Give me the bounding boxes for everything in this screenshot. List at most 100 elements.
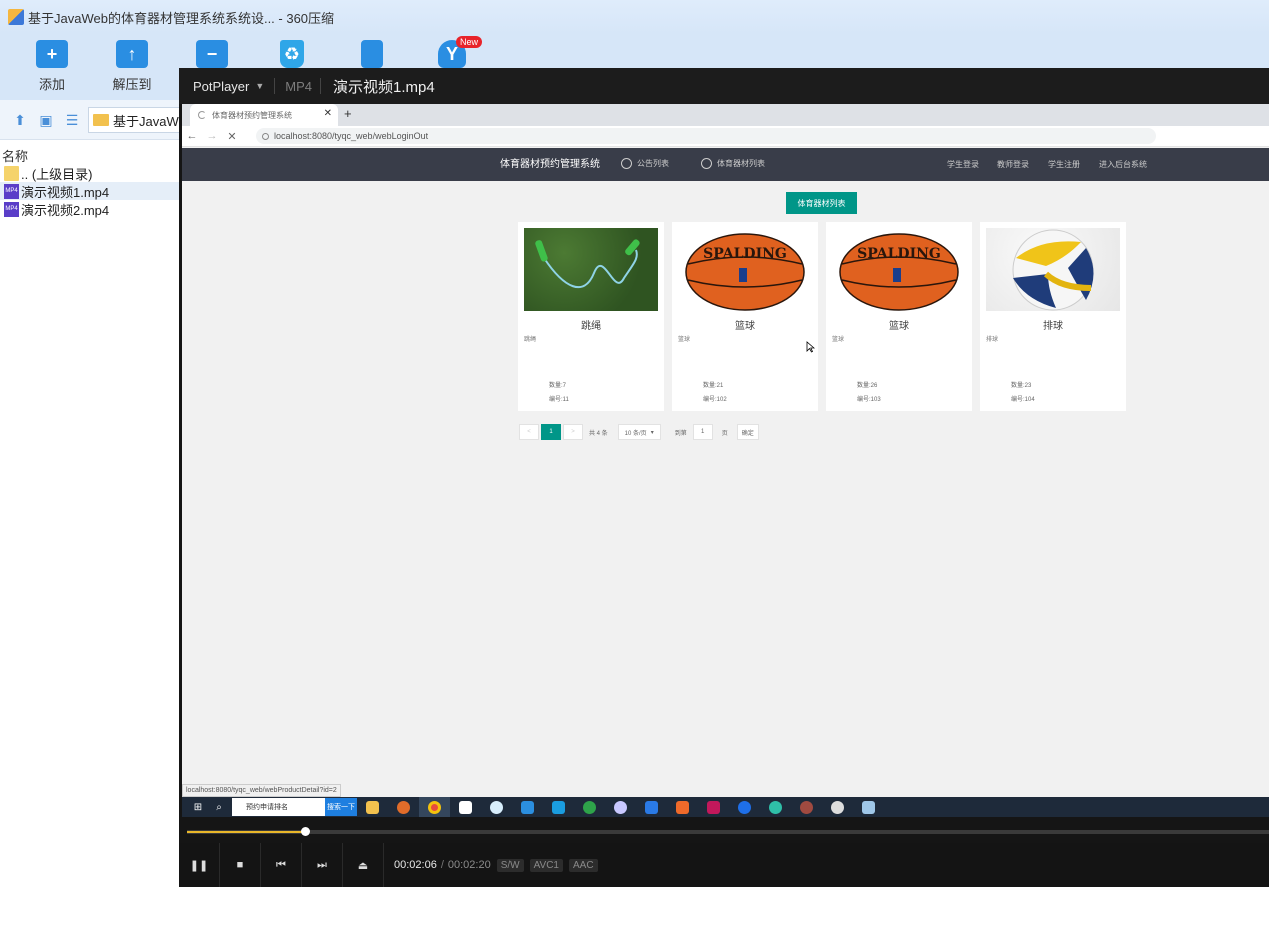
add-button[interactable]: + 添加 <box>22 40 82 93</box>
next-page-button[interactable]: > <box>563 424 583 440</box>
app-icon[interactable] <box>667 797 698 817</box>
svg-text:SPALDING: SPALDING <box>857 246 941 262</box>
browser-address-bar: ← → ✕ localhost:8080/tyqc_web/webLoginOu… <box>182 126 1269 147</box>
player-titlebar: PotPlayer ▼ MP4 演示视频1.mp4 <box>179 68 1269 104</box>
app-icon[interactable] <box>574 797 605 817</box>
total-count: 共 4 条 <box>589 430 608 437</box>
settings-icon[interactable] <box>822 797 853 817</box>
product-quantity: 数量:23 <box>1011 383 1032 389</box>
page-1-button[interactable]: 1 <box>541 424 561 440</box>
taskbar-search-button[interactable]: 搜索一下 <box>325 798 357 816</box>
seek-progress <box>187 831 305 833</box>
goto-confirm-button[interactable]: 确定 <box>736 424 759 440</box>
pagination: < 1 > 共 4 条 10 条/页 ▾ 到第 1 页 确定 <box>519 424 761 440</box>
product-card[interactable]: SPALDING 篮球 篮球 数量:21 编号:102 <box>672 222 818 411</box>
up-arrow-icon[interactable]: ⬆ <box>13 113 27 127</box>
extract-button[interactable]: ↑ 解压到 <box>102 40 162 93</box>
pause-button[interactable]: ❚❚ <box>179 843 220 887</box>
file-name: .. (上级目录) <box>21 166 93 182</box>
goto-page-input[interactable]: 1 <box>692 424 713 440</box>
app-icon[interactable] <box>853 797 884 817</box>
app-icon[interactable] <box>698 797 729 817</box>
teacher-login-link[interactable]: 教师登录 <box>997 159 1029 170</box>
product-category: 篮球 <box>832 337 845 343</box>
app-icon[interactable] <box>481 797 512 817</box>
name-column-header[interactable]: 名称 <box>0 146 180 164</box>
product-quantity: 数量:26 <box>857 383 878 389</box>
product-card[interactable]: SPALDING 篮球 篮球 数量:26 编号:103 <box>826 222 972 411</box>
back-icon[interactable]: ← <box>182 130 202 142</box>
equipment-icon <box>701 158 712 169</box>
admin-entry-link[interactable]: 进入后台系统 <box>1099 159 1147 170</box>
app-icon[interactable] <box>791 797 822 817</box>
app-icon[interactable] <box>543 797 574 817</box>
nav-equipment-list[interactable]: 体育器材列表 <box>701 158 765 169</box>
eject-button[interactable]: ⏏ <box>343 843 384 887</box>
zip-image-icon <box>361 40 383 68</box>
list-item[interactable]: MP4 演示视频2.mp4 <box>0 200 180 218</box>
video-frame[interactable]: 体育器材预约管理系统 ✕ + ← → ✕ localhost:8080/tyqc… <box>182 104 1269 817</box>
goto-label: 到第 <box>674 430 687 437</box>
windows-start-icon[interactable]: ⊞ <box>190 802 206 813</box>
chrome-icon[interactable] <box>419 797 450 817</box>
list-view-icon[interactable]: ☰ <box>65 113 79 127</box>
taskbar-search-input[interactable]: 预约申请排名 <box>232 798 325 816</box>
zip-window-title: 基于JavaWeb的体育器材管理系统系统设... - 360压缩 <box>28 10 335 26</box>
site-brand[interactable]: 体育器材预约管理系统 <box>500 155 600 170</box>
thumbnail-view-icon[interactable]: ▣ <box>39 113 53 127</box>
basketball-image: SPALDING <box>678 228 812 311</box>
extract-button-label: 解压到 <box>112 77 152 92</box>
browser-tab[interactable]: 体育器材预约管理系统 ✕ <box>190 104 338 126</box>
new-tab-icon[interactable]: + <box>344 106 352 121</box>
edge-icon[interactable] <box>760 797 791 817</box>
search-icon[interactable]: ⌕ <box>212 802 226 813</box>
nav-announcements[interactable]: 公告列表 <box>621 158 669 169</box>
file-explorer-icon[interactable] <box>357 797 388 817</box>
per-page-select[interactable]: 10 条/页 ▾ <box>617 424 661 440</box>
browser-tab-title: 体育器材预约管理系统 <box>212 110 292 120</box>
volleyball-image <box>986 228 1120 311</box>
decoder-badge[interactable]: S/W <box>496 858 524 872</box>
app-icon[interactable] <box>450 797 481 817</box>
close-icon[interactable]: ✕ <box>324 108 332 119</box>
add-button-label: 添加 <box>38 77 65 92</box>
app-icon[interactable] <box>636 797 667 817</box>
equipment-list-button[interactable]: 体育器材列表 <box>786 192 857 214</box>
next-button[interactable]: ⏭ <box>302 843 343 887</box>
url-field[interactable]: localhost:8080/tyqc_web/webLoginOut <box>256 128 1156 144</box>
previous-button[interactable]: ⏮ <box>261 843 302 887</box>
basketball-image: SPALDING <box>832 228 966 311</box>
app-icon[interactable] <box>512 797 543 817</box>
current-time: 00:02:06 <box>394 859 437 871</box>
zip-app-icon <box>8 9 24 25</box>
player-brand-menu[interactable]: PotPlayer <box>193 79 249 94</box>
audio-codec-badge[interactable]: AAC <box>569 858 598 872</box>
product-card[interactable]: 跳绳 跳绳 数量:7 编号:11 <box>518 222 664 411</box>
forward-icon[interactable]: → <box>202 130 222 142</box>
prev-page-button[interactable]: < <box>519 424 539 440</box>
mouse-cursor-icon <box>806 341 815 353</box>
list-item[interactable]: .. (上级目录) <box>0 164 180 182</box>
student-register-link[interactable]: 学生注册 <box>1048 159 1080 170</box>
app-icon[interactable] <box>729 797 760 817</box>
stop-button[interactable]: ■ <box>220 843 261 887</box>
student-login-link[interactable]: 学生登录 <box>947 159 979 170</box>
stop-loading-icon[interactable]: ✕ <box>222 130 242 143</box>
seek-bar[interactable] <box>187 827 1269 836</box>
zip-path-box[interactable]: 基于JavaWe <box>88 107 188 133</box>
product-quantity: 数量:21 <box>703 383 724 389</box>
announcement-icon <box>621 158 632 169</box>
product-category: 篮球 <box>678 337 691 343</box>
product-card[interactable]: 排球 排球 数量:23 编号:104 <box>980 222 1126 411</box>
browser-icon[interactable] <box>388 797 419 817</box>
chevron-down-icon[interactable]: ▼ <box>255 81 264 91</box>
add-folder-icon: + <box>36 40 68 68</box>
one-click-extract-icon: − <box>196 40 228 68</box>
windows-taskbar: ⊞ ⌕ 预约申请排名 搜索一下 <box>182 797 1269 817</box>
video-codec-badge[interactable]: AVC1 <box>529 858 563 872</box>
list-item[interactable]: MP4 演示视频1.mp4 <box>0 182 180 200</box>
app-icon[interactable] <box>605 797 636 817</box>
product-number: 编号:11 <box>549 397 569 403</box>
seek-handle[interactable] <box>301 827 310 836</box>
product-name: 篮球 <box>735 321 755 332</box>
